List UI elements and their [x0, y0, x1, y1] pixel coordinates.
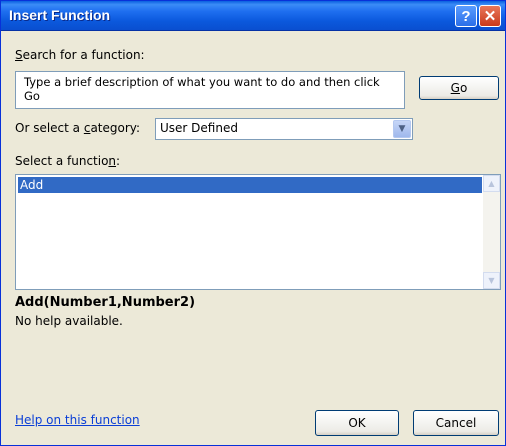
vertical-scrollbar[interactable]: ▲ ▼ — [483, 175, 500, 289]
help-icon: ? — [461, 7, 471, 25]
close-button[interactable]: ✕ — [479, 5, 501, 27]
scroll-up-icon[interactable]: ▲ — [483, 175, 500, 192]
function-signature: Add(Number1,Number2) — [15, 295, 196, 310]
category-select[interactable]: User Defined ▼ — [155, 118, 413, 140]
insert-function-dialog: Insert Function ? ✕ Search for a functio… — [0, 0, 506, 446]
go-button[interactable]: Go — [419, 76, 499, 100]
list-item[interactable]: Add — [18, 177, 482, 193]
help-on-function-link[interactable]: Help on this function — [15, 413, 140, 427]
cancel-button-label: Cancel — [435, 416, 477, 430]
title-bar[interactable]: Insert Function ? ✕ — [1, 1, 505, 31]
go-button-label: Go — [450, 81, 468, 95]
close-icon: ✕ — [483, 8, 497, 25]
help-title-button[interactable]: ? — [455, 5, 477, 27]
function-list[interactable]: Add ▲ ▼ — [15, 174, 501, 290]
search-input[interactable]: Type a brief description of what you wan… — [15, 71, 405, 109]
function-list-label: Select a function: — [15, 154, 121, 168]
dialog-title: Insert Function — [9, 7, 111, 23]
cancel-button[interactable]: Cancel — [413, 410, 499, 436]
category-label: Or select a category: — [15, 121, 141, 135]
scroll-down-icon[interactable]: ▼ — [483, 272, 500, 289]
ok-button-label: OK — [348, 416, 366, 430]
search-label: Search for a function: — [15, 48, 145, 62]
ok-button[interactable]: OK — [315, 410, 399, 436]
function-description: No help available. — [15, 314, 123, 328]
category-selected-value: User Defined — [160, 121, 238, 135]
chevron-down-icon[interactable]: ▼ — [393, 120, 411, 138]
